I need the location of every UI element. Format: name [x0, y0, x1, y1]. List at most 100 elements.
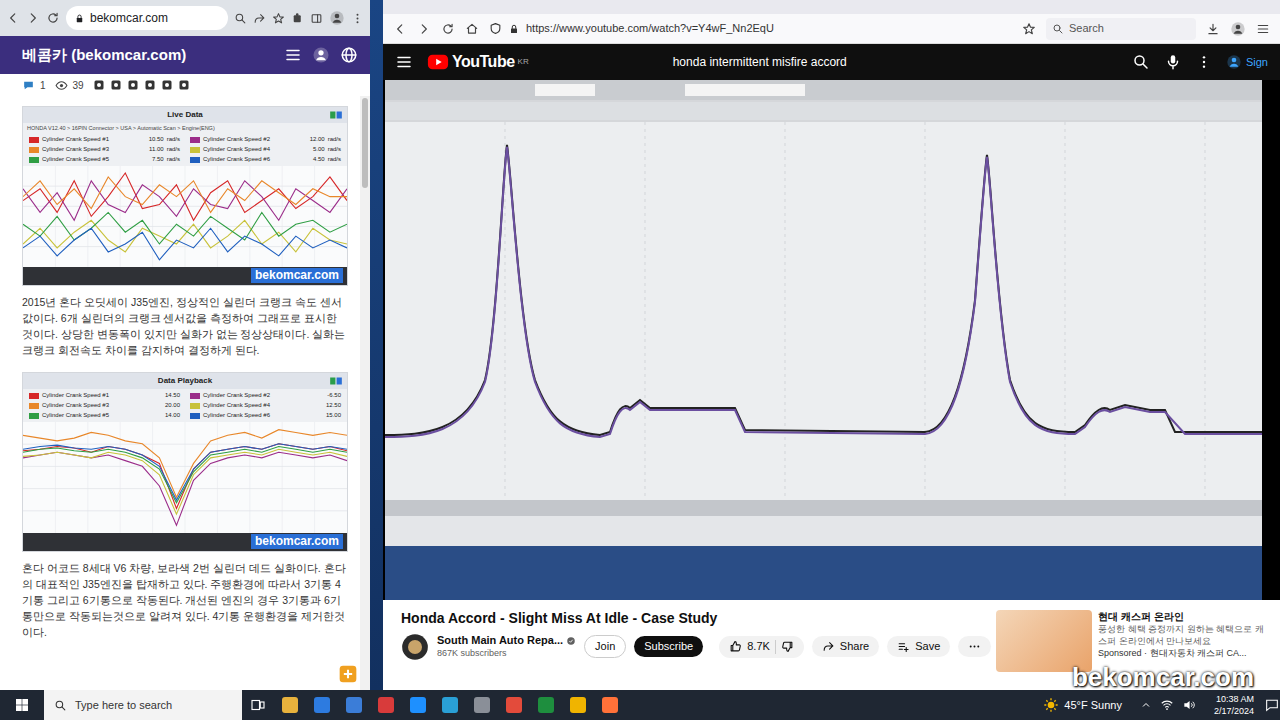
mail-icon[interactable] [178, 79, 190, 91]
downloads-icon[interactable] [1206, 22, 1220, 36]
bookmark-star-icon[interactable] [272, 12, 285, 25]
home-icon[interactable] [465, 22, 479, 36]
search-query[interactable]: honda intermittent misfire accord [543, 53, 1118, 71]
subscribe-button[interactable]: Subscribe [634, 636, 703, 657]
taskbar-app[interactable] [466, 690, 498, 720]
voice-search-icon[interactable] [1164, 53, 1182, 71]
legend-item: Cylinder Crank Speed #110.50rad/s [29, 135, 180, 144]
legend-item: Cylinder Crank Speed #212.00rad/s [190, 135, 341, 144]
clock[interactable]: 10:38 AM2/17/2024 [1204, 693, 1264, 717]
network-icon[interactable] [1160, 698, 1174, 712]
add-button-icon[interactable] [338, 664, 358, 684]
series-line [23, 177, 347, 213]
series-unit: rad/s [328, 145, 341, 154]
video-meta: Honda Accord - Slight Miss At Idle - Cas… [401, 610, 984, 690]
screen-header: Data Playback [23, 373, 347, 389]
address-bar[interactable]: bekomcar.com [66, 6, 228, 30]
more-button[interactable] [958, 636, 991, 657]
tracking-shield-icon[interactable] [489, 22, 502, 35]
linkedin-icon[interactable] [127, 79, 139, 91]
share-icon[interactable] [253, 12, 266, 25]
site-header: 베콤카 (bekomcar.com) [0, 36, 370, 74]
share-button[interactable]: Share [812, 636, 879, 657]
search-icon[interactable] [1132, 53, 1150, 71]
language-globe-icon[interactable] [340, 46, 358, 64]
back-arrow-icon[interactable] [6, 11, 20, 25]
account-icon[interactable] [312, 46, 330, 64]
taskbar-app[interactable] [530, 690, 562, 720]
site-title[interactable]: 베콤카 (bekomcar.com) [22, 44, 186, 67]
twitter-icon[interactable] [110, 79, 122, 91]
forward-arrow-icon[interactable] [417, 22, 431, 36]
comment-icon[interactable] [22, 79, 35, 92]
forward-arrow-icon[interactable] [26, 11, 40, 25]
video-player[interactable] [383, 80, 1280, 600]
screen-title: Data Playback [158, 375, 212, 387]
series-reading: 7.50 [152, 155, 164, 164]
back-arrow-icon[interactable] [393, 22, 407, 36]
taskbar-app[interactable] [594, 690, 626, 720]
like-button[interactable]: 8.7K [719, 636, 804, 658]
tray-expand-icon[interactable] [1140, 699, 1152, 711]
volume-icon[interactable] [1182, 698, 1196, 712]
search-field[interactable]: Search [1046, 18, 1196, 40]
thumbs-down-icon[interactable] [781, 640, 794, 653]
taskbar-app[interactable] [562, 690, 594, 720]
legend-item: Cylinder Crank Speed #412.50 [190, 401, 341, 410]
share-label: Share [840, 640, 869, 653]
channel-info[interactable]: South Main Auto Repa...867K subscribers [437, 634, 576, 659]
search-icon[interactable] [234, 12, 247, 25]
profile-icon[interactable] [329, 10, 345, 26]
taskbar-app[interactable] [274, 690, 306, 720]
sign-in-button[interactable]: Sign [1226, 54, 1268, 71]
series-reading: -6.50 [327, 391, 341, 400]
series-reading: 14.50 [165, 391, 180, 400]
join-button[interactable]: Join [584, 635, 626, 658]
channel-avatar-icon[interactable] [401, 633, 429, 661]
video-frame[interactable] [385, 80, 1262, 600]
scrollbar-thumb[interactable] [362, 98, 368, 188]
taskbar-app[interactable] [434, 690, 466, 720]
youtube-logo[interactable]: YouTubeKR [427, 50, 529, 74]
facebook-icon[interactable] [93, 79, 105, 91]
extensions-icon[interactable] [291, 12, 304, 25]
taskbar-app[interactable] [402, 690, 434, 720]
brand-logo-icon [329, 108, 343, 122]
legend: Cylinder Crank Speed #114.50Cylinder Cra… [23, 389, 347, 422]
channel-name[interactable]: South Main Auto Repa... [437, 634, 563, 648]
weibo-icon[interactable] [144, 79, 156, 91]
hamburger-menu-icon[interactable] [284, 46, 302, 64]
vk-icon[interactable] [161, 79, 173, 91]
legend-swatch [29, 393, 39, 399]
save-button[interactable]: Save [887, 636, 950, 657]
system-tray [1132, 698, 1204, 712]
legend-swatch [29, 413, 39, 419]
tab-strip [383, 0, 1280, 14]
taskbar-app[interactable] [338, 690, 370, 720]
search-icon [1052, 23, 1064, 35]
reload-icon[interactable] [441, 22, 455, 36]
menu-icon[interactable] [351, 12, 364, 25]
ad-title[interactable]: 현대 캐스퍼 온라인 [1098, 610, 1266, 623]
account-icon[interactable] [1230, 21, 1246, 37]
settings-menu-icon[interactable] [1196, 54, 1212, 70]
taskbar-search[interactable]: Type here to search [44, 690, 242, 720]
ad-image[interactable] [996, 610, 1092, 672]
start-button[interactable] [0, 690, 44, 720]
taskbar-app[interactable] [306, 690, 338, 720]
bookmark-star-icon[interactable] [1022, 22, 1036, 36]
address-bar[interactable]: https://www.youtube.com/watch?v=Y4wF_Nn2… [489, 20, 1012, 37]
notifications-icon[interactable] [1264, 697, 1280, 713]
app-icon [314, 697, 330, 713]
guide-menu-icon[interactable] [395, 53, 413, 71]
taskbar-app[interactable] [498, 690, 530, 720]
taskbar-app[interactable] [370, 690, 402, 720]
address-text: bekomcar.com [90, 9, 168, 27]
weather-widget[interactable]: 45°F Sunny [1033, 697, 1132, 714]
task-view[interactable] [242, 690, 274, 720]
app-icon [282, 697, 298, 713]
scrollbar[interactable] [360, 96, 370, 690]
app-menu-icon[interactable] [1256, 22, 1270, 36]
side-panel-icon[interactable] [310, 12, 323, 25]
reload-icon[interactable] [46, 11, 60, 25]
